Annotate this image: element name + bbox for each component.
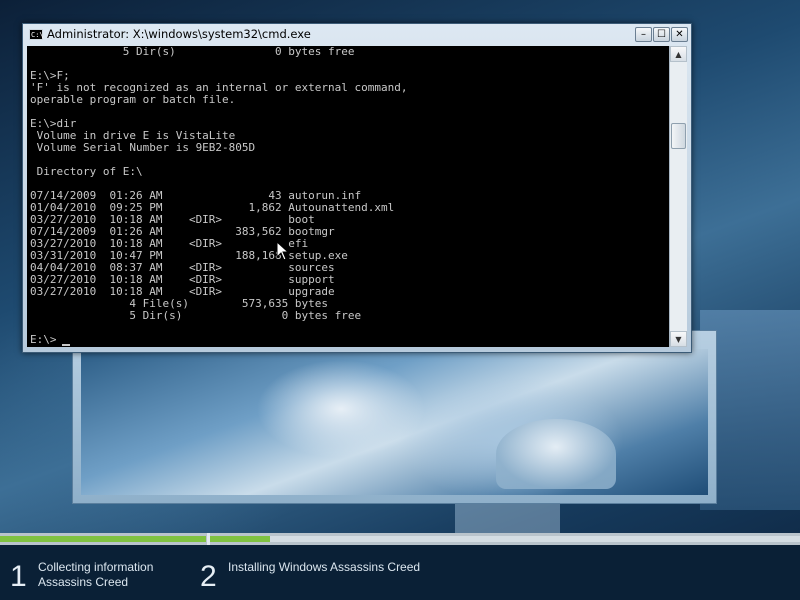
step2-progress-fill — [210, 536, 270, 542]
console-output[interactable]: 5 Dir(s) 0 bytes free E:\>F; 'F' is not … — [27, 46, 669, 347]
step1-progress-fill — [0, 536, 206, 542]
window-title: Administrator: X:\windows\system32\cmd.e… — [47, 27, 311, 41]
console-line: operable program or batch file. — [30, 93, 236, 106]
text-cursor — [62, 344, 70, 346]
scroll-up-arrow-icon[interactable]: ▲ — [670, 46, 687, 62]
console-line: Directory of E:\ — [30, 165, 143, 178]
progress-remaining — [270, 536, 800, 542]
console-prompt: E:\> — [30, 333, 57, 346]
command-prompt-icon: C:\ — [29, 29, 44, 40]
scroll-thumb[interactable] — [671, 123, 686, 149]
console-line: 5 Dir(s) 0 bytes free — [30, 46, 355, 58]
step2-title: Installing Windows Assassins Creed — [228, 560, 421, 574]
close-button[interactable]: ✕ — [671, 27, 688, 42]
maximize-button[interactable]: ☐ — [653, 27, 670, 42]
setup-progress-bar — [0, 533, 800, 545]
cmd-window[interactable]: C:\ Administrator: X:\windows\system32\c… — [22, 23, 692, 353]
minimize-button[interactable]: – — [635, 27, 652, 42]
step2-number: 2 — [200, 560, 217, 593]
setup-dialog — [72, 330, 717, 504]
step1-title: Collecting information — [38, 560, 154, 574]
scroll-down-arrow-icon[interactable]: ▼ — [670, 331, 687, 347]
console-line: Volume Serial Number is 9EB2-805D — [30, 141, 256, 154]
console-line: 5 Dir(s) 0 bytes free — [30, 309, 362, 322]
step1-number: 1 — [10, 560, 27, 593]
title-bar[interactable]: C:\ Administrator: X:\windows\system32\c… — [23, 24, 691, 46]
step1-subtitle: Assassins Creed — [38, 575, 129, 589]
setup-steps: 1 Collecting information Assassins Creed… — [0, 545, 800, 600]
assassin-crest-image — [496, 419, 616, 489]
vertical-scrollbar[interactable]: ▲ ▼ — [669, 46, 687, 347]
setup-artwork — [81, 349, 708, 495]
mouse-pointer-icon — [276, 241, 290, 261]
